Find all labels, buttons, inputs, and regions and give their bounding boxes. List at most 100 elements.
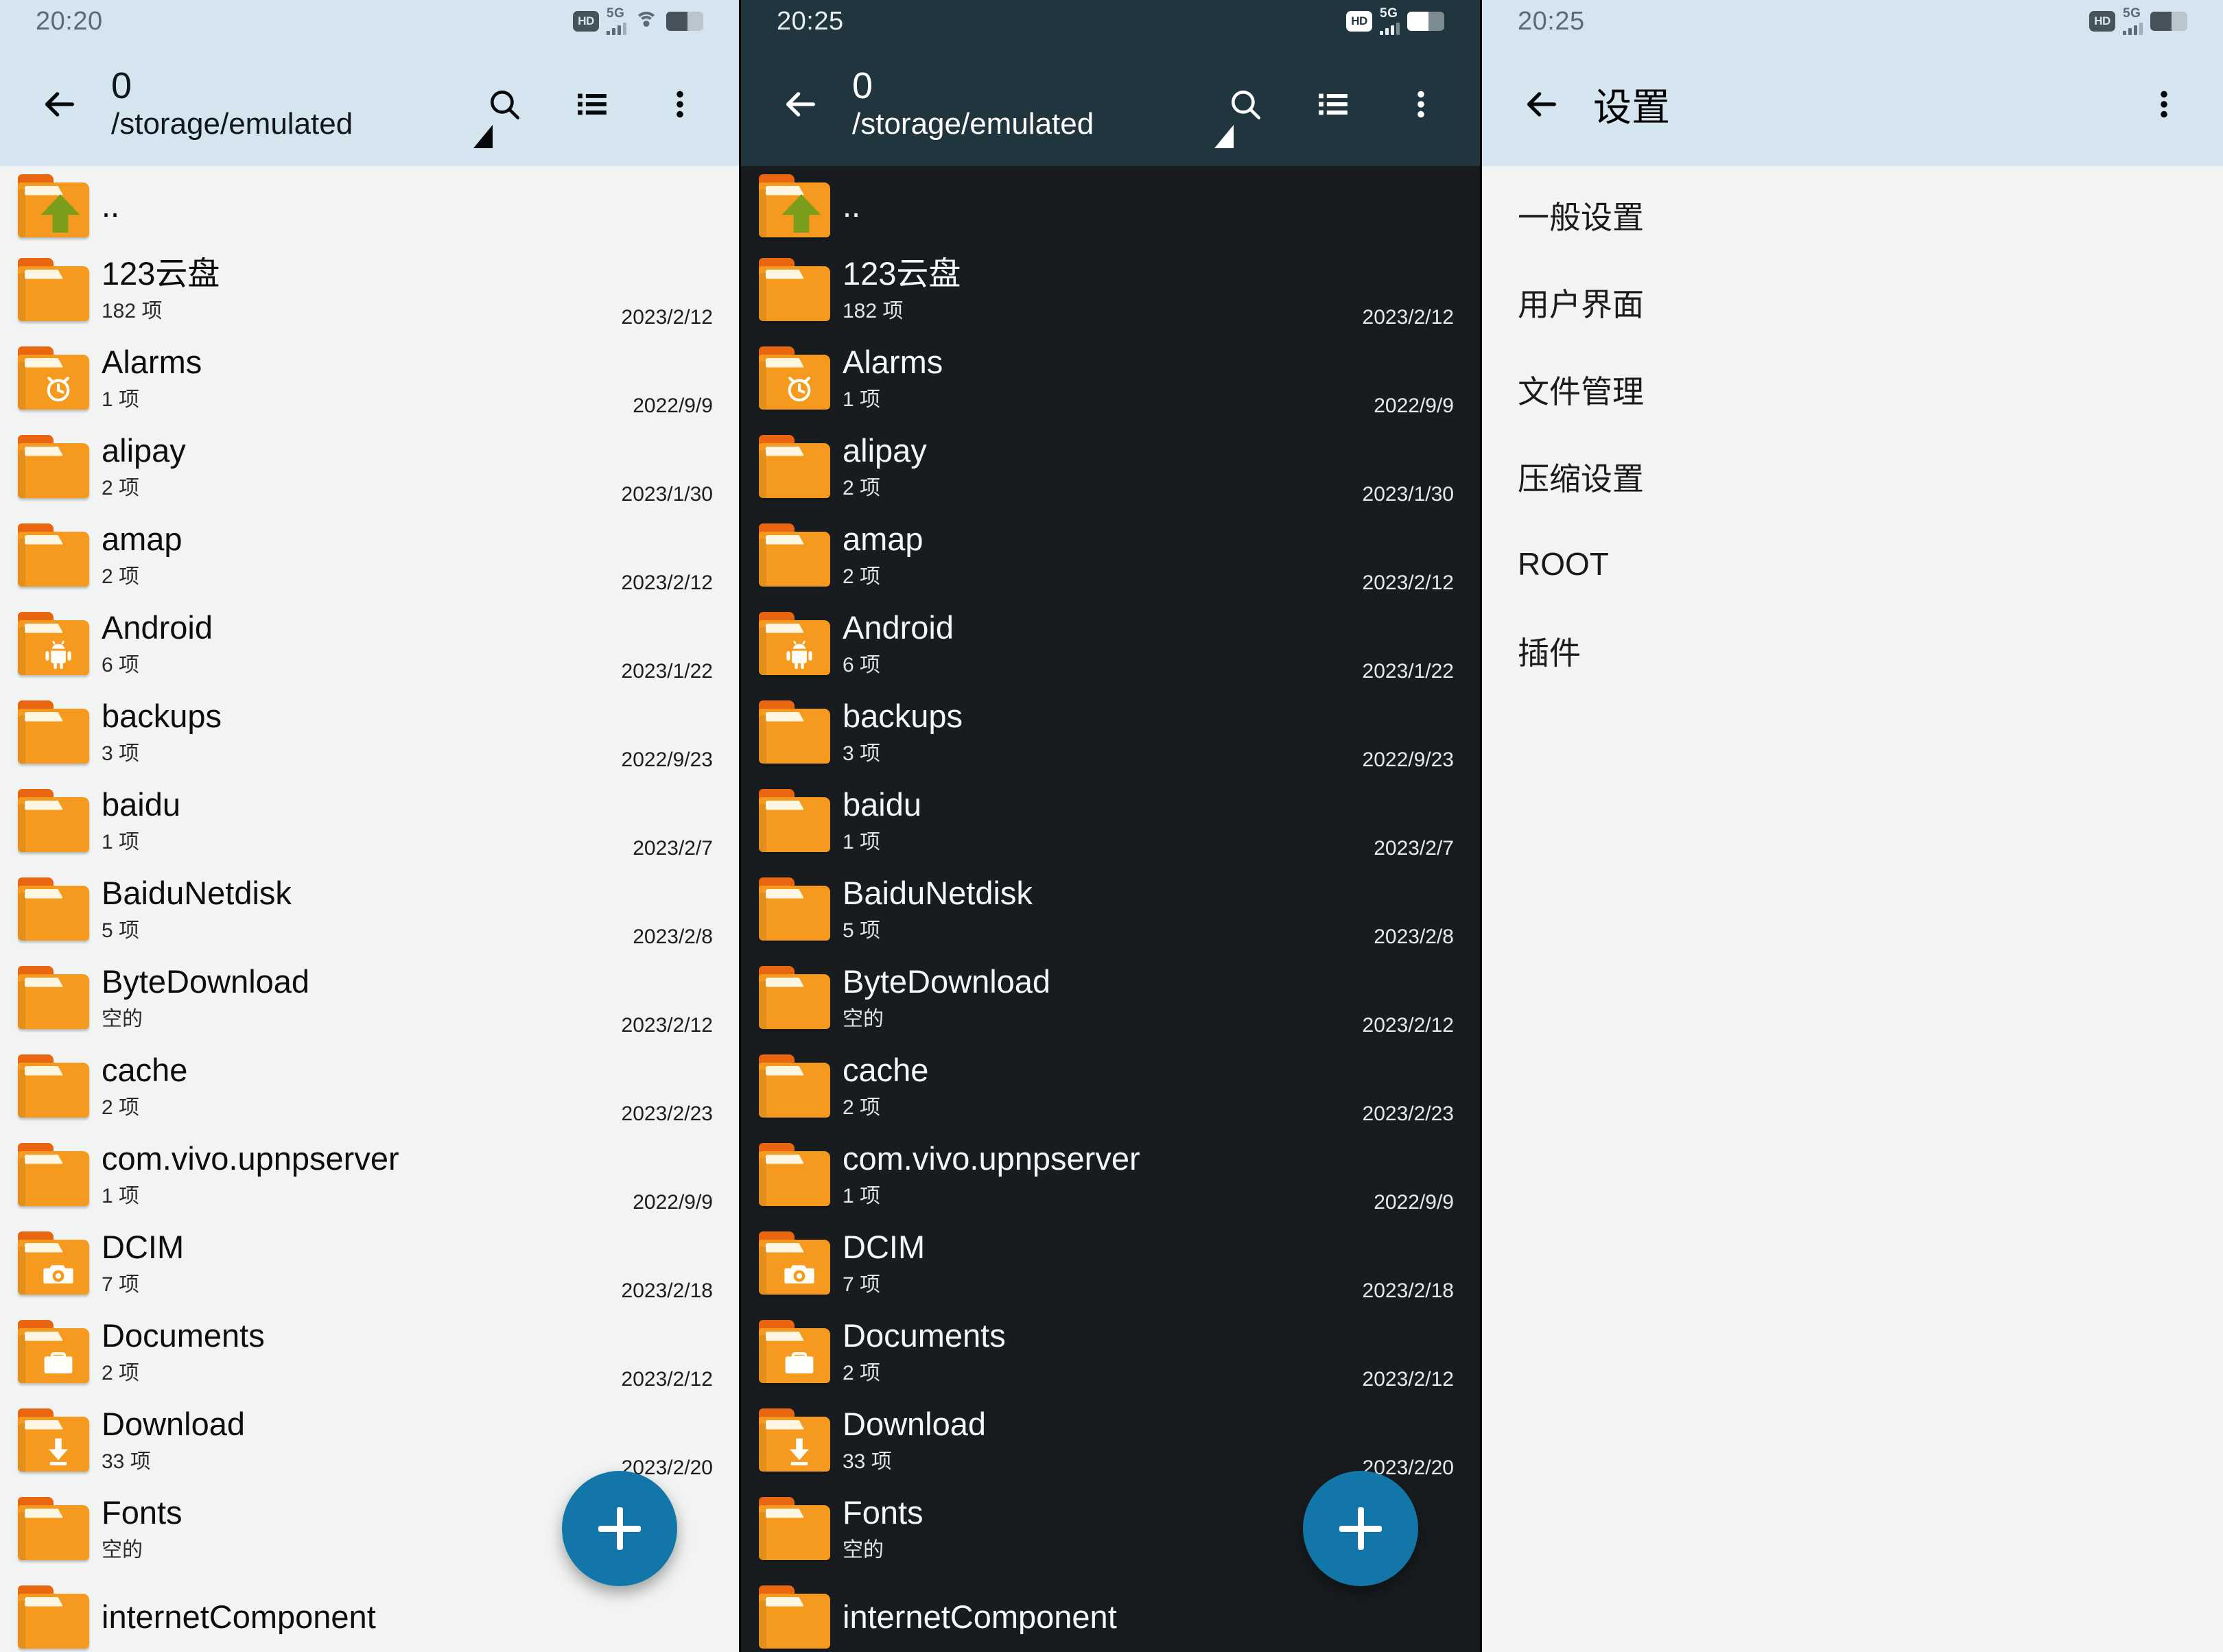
settings-list-item[interactable]: 用户界面 <box>1482 259 2223 346</box>
back-button[interactable] <box>27 71 93 137</box>
resize-handle-icon[interactable] <box>473 125 493 148</box>
folder-camera-icon <box>40 1255 77 1292</box>
file-list-item[interactable]: amap2 项2023/2/12 <box>0 510 739 599</box>
file-list-item[interactable]: Android6 项2023/1/22 <box>0 599 739 687</box>
folder-icon <box>15 700 92 764</box>
settings-list-item[interactable]: 文件管理 <box>1482 346 2223 433</box>
breadcrumb[interactable]: 0 /storage/emulated <box>111 67 353 141</box>
file-list-item[interactable]: DCIM7 项2023/2/18 <box>0 1218 739 1307</box>
file-list-item[interactable]: backups3 项2022/9/23 <box>0 687 739 776</box>
file-name: Documents <box>102 1318 608 1354</box>
file-list-item[interactable]: Android6 项2023/1/22 <box>741 599 1480 687</box>
file-list-item-text: com.vivo.upnpserver1 项 <box>843 1141 1360 1207</box>
file-name: baidu <box>102 787 619 823</box>
file-item-count: 6 项 <box>102 654 608 676</box>
panel-file-manager-dark: 20:25 HD 5G 0 /storage/emulated <box>741 0 1482 1652</box>
file-list-item[interactable]: alipay2 项2023/1/30 <box>741 422 1480 510</box>
settings-list[interactable]: 一般设置用户界面文件管理压缩设置 ROOT插件 <box>1482 166 2223 694</box>
file-list-item[interactable]: backups3 项2022/9/23 <box>741 687 1480 776</box>
add-fab-button[interactable] <box>1303 1471 1418 1586</box>
settings-item-label: 压缩设置 <box>1518 454 1644 499</box>
file-list-item-text: amap2 项 <box>843 521 1349 588</box>
folder-android-icon <box>781 635 818 672</box>
back-button[interactable] <box>768 71 834 137</box>
settings-list-item[interactable]: ROOT <box>1482 520 2223 607</box>
signal-5g-icon: 5G <box>2123 8 2143 34</box>
file-list-item[interactable]: DCIM7 项2023/2/18 <box>741 1218 1480 1307</box>
file-list-item-text: 123云盘182 项 <box>102 256 608 322</box>
file-name: .. <box>102 188 713 224</box>
file-list-item[interactable]: com.vivo.upnpserver1 项2022/9/9 <box>741 1130 1480 1218</box>
file-modified-date: 2022/9/23 <box>1349 748 1454 772</box>
file-name: DCIM <box>843 1229 1349 1265</box>
status-icons: HD 5G <box>1346 8 1444 34</box>
resize-handle-icon[interactable] <box>1214 125 1234 148</box>
file-list-item-text: alipay2 项 <box>843 433 1349 499</box>
file-list-item[interactable]: Alarms1 项2022/9/9 <box>0 333 739 422</box>
file-list-item[interactable]: BaiduNetdisk5 项2023/2/8 <box>741 864 1480 953</box>
file-list-item[interactable]: ByteDownload空的2023/2/12 <box>741 953 1480 1041</box>
file-modified-date: 2022/9/23 <box>608 748 713 772</box>
file-list-item-text: Download33 项 <box>102 1406 608 1473</box>
list-view-icon[interactable] <box>561 73 624 136</box>
signal-5g-icon: 5G <box>1380 8 1400 34</box>
wifi-icon <box>634 12 659 31</box>
overflow-menu-icon[interactable] <box>1389 73 1452 136</box>
file-name: backups <box>102 698 608 734</box>
file-list-item[interactable]: baidu1 项2023/2/7 <box>0 776 739 864</box>
file-list-item[interactable]: baidu1 项2023/2/7 <box>741 776 1480 864</box>
folder-alarm-icon <box>40 370 77 407</box>
file-list-item[interactable]: Documents2 项2023/2/12 <box>741 1307 1480 1395</box>
file-item-count: 2 项 <box>102 1096 608 1119</box>
file-list-item[interactable]: ByteDownload空的2023/2/12 <box>0 953 739 1041</box>
folder-up-icon <box>15 174 92 237</box>
file-list-item[interactable]: .. <box>741 166 1480 245</box>
file-list-item[interactable]: amap2 项2023/2/12 <box>741 510 1480 599</box>
file-list-item[interactable]: .. <box>0 166 739 245</box>
file-item-count: 2 项 <box>102 1362 608 1384</box>
file-modified-date: 2023/2/18 <box>1349 1279 1454 1303</box>
settings-list-item[interactable]: 一般设置 <box>1482 172 2223 259</box>
battery-icon <box>2150 12 2187 31</box>
overflow-menu-icon[interactable] <box>648 73 711 136</box>
file-name: internetComponent <box>102 1599 713 1635</box>
folder-icon <box>15 877 92 941</box>
file-list-item[interactable]: 123云盘182 项2023/2/12 <box>0 245 739 333</box>
settings-list-item[interactable]: 压缩设置 <box>1482 433 2223 520</box>
back-button[interactable] <box>1509 71 1575 137</box>
overflow-menu-icon[interactable] <box>2132 73 2196 136</box>
settings-list-item[interactable]: 插件 <box>1482 607 2223 694</box>
file-list-item[interactable]: 123云盘182 项2023/2/12 <box>741 245 1480 333</box>
app-bar-actions <box>473 73 711 136</box>
file-list-item[interactable]: cache2 项2023/2/23 <box>0 1041 739 1130</box>
settings-item-label: 一般设置 <box>1518 193 1644 238</box>
breadcrumb[interactable]: 0 /storage/emulated <box>852 67 1094 141</box>
file-list-item[interactable]: Documents2 项2023/2/12 <box>0 1307 739 1395</box>
file-list[interactable]: ..123云盘182 项2023/2/12Alarms1 项2022/9/9al… <box>741 166 1480 1652</box>
file-list-item[interactable]: Download33 项2023/2/20 <box>741 1395 1480 1484</box>
file-list-item[interactable]: cache2 项2023/2/23 <box>741 1041 1480 1130</box>
file-list-item-text: internetComponent <box>843 1599 1454 1635</box>
folder-icon <box>756 258 833 321</box>
file-name: BaiduNetdisk <box>843 875 1360 911</box>
file-list-item[interactable]: alipay2 项2023/1/30 <box>0 422 739 510</box>
settings-title-wrap: 设置 <box>1593 77 1670 132</box>
list-view-icon[interactable] <box>1302 73 1365 136</box>
folder-icon <box>15 1408 92 1472</box>
file-list-item[interactable]: Alarms1 项2022/9/9 <box>741 333 1480 422</box>
file-list-item[interactable]: Download33 项2023/2/20 <box>0 1395 739 1484</box>
file-name: ByteDownload <box>102 964 608 1000</box>
file-list-item[interactable]: BaiduNetdisk5 项2023/2/8 <box>0 864 739 953</box>
file-modified-date: 2023/2/7 <box>1360 837 1454 860</box>
status-clock: 20:20 <box>36 7 103 36</box>
folder-icon <box>15 1231 92 1295</box>
add-fab-button[interactable] <box>562 1471 677 1586</box>
file-list-item[interactable]: com.vivo.upnpserver1 项2022/9/9 <box>0 1130 739 1218</box>
folder-icon <box>15 1497 92 1560</box>
hd-badge-icon: HD <box>1346 11 1372 32</box>
settings-item-label: 用户界面 <box>1518 280 1644 325</box>
battery-icon <box>1407 12 1444 31</box>
file-list[interactable]: .. 123云盘182 项2023/2/12Alarms1 项2022/9/9al… <box>0 166 739 1652</box>
file-item-count: 空的 <box>102 1008 608 1030</box>
file-list-item-text: DCIM7 项 <box>102 1229 608 1296</box>
